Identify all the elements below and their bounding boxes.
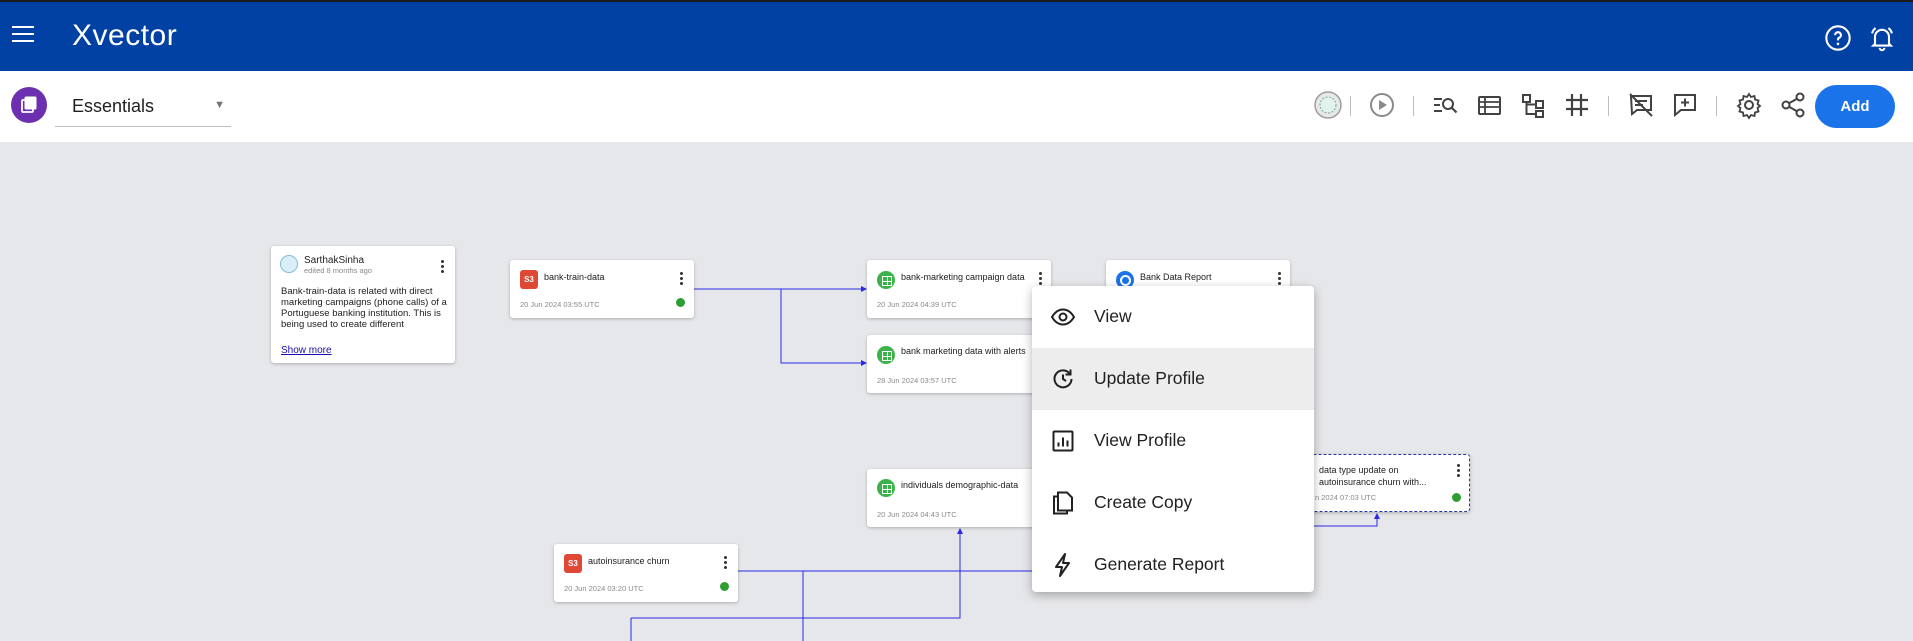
node-title: bank-train-data — [544, 272, 605, 282]
note-author: SarthakSinha — [304, 255, 365, 266]
more-vert-icon[interactable] — [1035, 271, 1045, 285]
status-ok-dot — [720, 582, 729, 591]
menu-item-label: Generate Report — [1094, 554, 1225, 574]
status-ok-dot — [676, 298, 685, 307]
node-title: bank-marketing campaign data — [901, 272, 1025, 282]
node-title: individuals demographic-data — [901, 480, 1019, 490]
node-card-demographic-data[interactable]: individuals demographic-data 20 Jun 2024… — [867, 469, 1051, 527]
menu-item-label: View Profile — [1094, 430, 1187, 450]
node-date: n 2024 07:03 UTC — [1315, 493, 1377, 502]
s3-icon: S3 — [564, 554, 582, 573]
node-card-bank-marketing-alerts[interactable]: bank marketing data with alerts 28 Jun 2… — [867, 335, 1051, 393]
grid-icon[interactable] — [1561, 89, 1593, 121]
lightning-icon — [1055, 553, 1070, 577]
dataset-icon — [877, 346, 895, 364]
search-list-icon[interactable] — [1429, 89, 1461, 121]
divider — [1413, 96, 1414, 116]
note-card[interactable]: SarthakSinha edited 8 months ago Bank-tr… — [271, 246, 455, 363]
show-more-link[interactable]: Show more — [281, 345, 332, 356]
node-date: 20 Jun 2024 04:43 UTC — [877, 510, 957, 519]
hierarchy-icon[interactable] — [1517, 89, 1549, 121]
toolbar: Essentials ▼ Add — [0, 71, 1913, 142]
workspace-icon — [11, 87, 47, 123]
node-date: 28 Jun 2024 03:57 UTC — [877, 376, 957, 385]
menu-item-label: Update Profile — [1094, 368, 1205, 388]
node-date: 20 Jun 2024 03:20 UTC — [564, 584, 644, 593]
s3-icon: S3 — [520, 270, 538, 289]
note-edited-time: edited 8 months ago — [304, 266, 372, 275]
copy-icon — [1053, 491, 1073, 515]
dataset-icon — [877, 271, 895, 289]
more-vert-icon[interactable] — [1453, 463, 1463, 477]
node-title: bank marketing data with alerts — [901, 346, 1026, 356]
note-body: Bank-train-data is related with direct m… — [281, 286, 447, 329]
menu-icon[interactable] — [12, 26, 34, 44]
app-logo: Xvector — [72, 19, 178, 52]
node-date: 20 Jun 2024 03:55 UTC — [520, 300, 600, 309]
divider — [1350, 96, 1351, 116]
chevron-down-icon: ▼ — [214, 99, 225, 111]
edge — [780, 289, 867, 366]
menu-item-create-copy[interactable]: Create Copy — [1032, 472, 1314, 534]
node-card-autoinsurance-churn[interactable]: S3 autoinsurance churn 20 Jun 2024 03:20… — [554, 544, 738, 602]
bell-alert-icon[interactable] — [1868, 24, 1896, 52]
node-title: data type update on autoinsurance churn … — [1319, 465, 1427, 487]
menu-item-view-profile[interactable]: View Profile — [1032, 410, 1314, 472]
more-vert-icon[interactable] — [720, 555, 730, 569]
divider — [1716, 96, 1717, 116]
comments-off-icon[interactable] — [1625, 89, 1657, 121]
settings-icon[interactable] — [1733, 89, 1765, 121]
menu-item-label: View — [1094, 306, 1132, 326]
add-button[interactable]: Add — [1815, 85, 1895, 128]
divider — [1608, 96, 1609, 116]
menu-item-generate-report[interactable]: Generate Report — [1032, 534, 1314, 596]
play-icon[interactable] — [1366, 89, 1398, 121]
more-vert-icon[interactable] — [437, 259, 447, 273]
menu-item-label: Create Copy — [1094, 492, 1193, 512]
menu-item-view[interactable]: View — [1032, 286, 1314, 348]
menu-item-update-profile[interactable]: Update Profile — [1032, 348, 1314, 410]
eye-icon — [1050, 308, 1076, 326]
avatar — [280, 255, 298, 273]
workspace-label: Essentials — [72, 96, 155, 116]
more-vert-icon[interactable] — [1274, 271, 1284, 285]
add-comment-icon[interactable] — [1669, 89, 1701, 121]
refresh-profile-icon — [1053, 369, 1073, 389]
node-context-menu: View Update Profile View Profile Create … — [1032, 286, 1314, 592]
status-ok-dot — [1452, 493, 1461, 502]
node-title: autoinsurance churn — [588, 556, 670, 566]
help-circle-icon[interactable] — [1824, 24, 1852, 52]
node-card-bank-marketing-campaign[interactable]: bank-marketing campaign data 20 Jun 2024… — [867, 260, 1051, 318]
workspace-select[interactable]: Essentials ▼ — [55, 85, 231, 127]
more-vert-icon[interactable] — [676, 271, 686, 285]
status-icon[interactable] — [1312, 89, 1344, 121]
share-icon[interactable] — [1777, 89, 1809, 121]
edge — [1314, 513, 1380, 527]
node-date: 20 Jun 2024 04:39 UTC — [877, 300, 957, 309]
chart-profile-icon — [1052, 430, 1074, 452]
top-app-bar: Xvector — [0, 0, 1913, 71]
node-card-bank-train-data[interactable]: S3 bank-train-data 20 Jun 2024 03:55 UTC — [510, 260, 694, 318]
node-title: Bank Data Report — [1140, 272, 1212, 282]
table-icon[interactable] — [1473, 89, 1505, 121]
dataset-icon — [877, 479, 895, 497]
pipeline-canvas[interactable]: SarthakSinha edited 8 months ago Bank-tr… — [0, 142, 1913, 641]
